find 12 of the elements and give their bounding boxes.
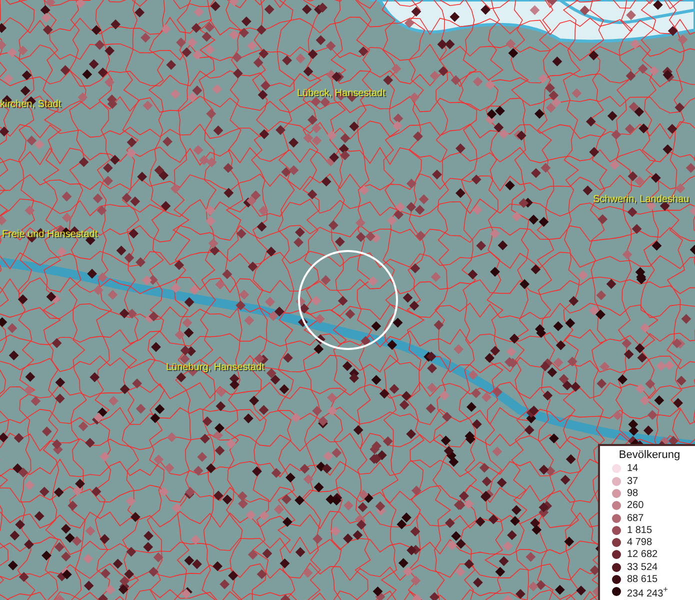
- legend-label: 1 815: [627, 524, 652, 536]
- legend-label: 88 615: [627, 574, 658, 586]
- legend-label: 260: [627, 500, 644, 512]
- legend-label: 14: [627, 463, 638, 474]
- legend-label: 37: [627, 476, 638, 487]
- legend-label: 33 524: [627, 562, 658, 573]
- legend-label: 687: [627, 512, 644, 524]
- legend-label: 4 798: [627, 537, 652, 548]
- legend-label: 234 243$^{+}$: [627, 584, 668, 600]
- legend-title: Bevölkerung: [618, 448, 680, 461]
- legend-label: 98: [627, 488, 638, 499]
- legend-label: 12 682: [627, 549, 658, 560]
